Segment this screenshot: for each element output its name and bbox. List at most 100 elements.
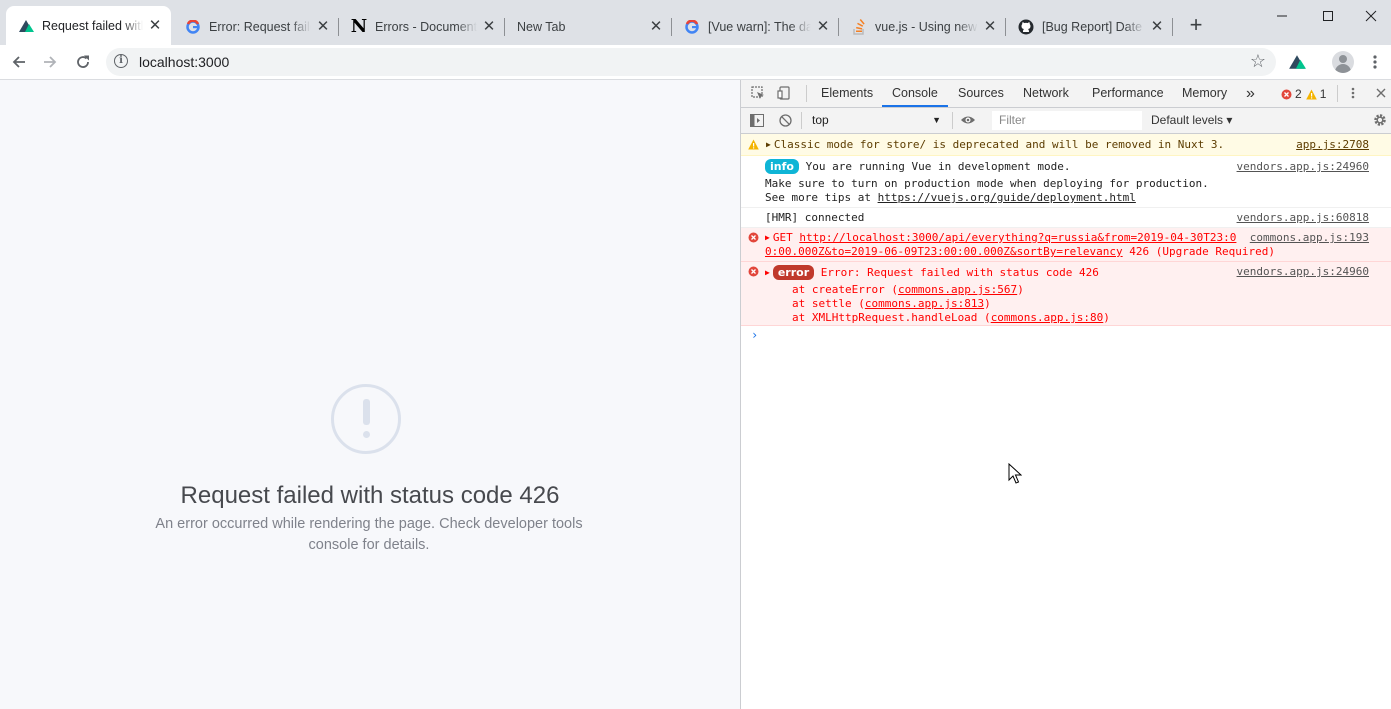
close-icon	[1365, 10, 1377, 22]
expand-triangle-icon[interactable]: ▶	[765, 233, 770, 242]
clear-console-icon[interactable]	[777, 112, 793, 128]
close-icon[interactable]: ✕	[481, 18, 497, 35]
error-exclamation-icon	[331, 384, 401, 454]
nuxt-icon	[18, 18, 34, 34]
console-info-message: info You are running Vue in development …	[741, 156, 1391, 208]
new-tab-button[interactable]: +	[1184, 14, 1208, 38]
github-icon	[1018, 19, 1034, 35]
profile-avatar-icon[interactable]	[1332, 51, 1354, 73]
menu-kebab-icon[interactable]	[1370, 54, 1380, 75]
tab-request-failed[interactable]: Request failed with status code 426 ✕	[6, 6, 171, 45]
reload-icon	[77, 55, 89, 68]
issue-counts[interactable]: 2 1	[1281, 87, 1326, 101]
request-url-link[interactable]: http://localhost:3000/api/everything?q=r…	[799, 231, 1236, 244]
info-line-1: You are running Vue in development mode.	[805, 160, 1071, 173]
context-selector[interactable]: top ▼	[807, 111, 945, 129]
error-count: 2	[1295, 87, 1302, 101]
stack-frame-link[interactable]: commons.app.js:567	[898, 283, 1017, 296]
tab-new-tab[interactable]: New Tab ✕	[505, 8, 672, 45]
browser-toolbar: i localhost:3000 ☆	[0, 45, 1391, 80]
info-line-3-prefix: See more tips at	[765, 191, 878, 204]
tab-network[interactable]: Network	[1023, 80, 1069, 107]
close-icon[interactable]: ✕	[815, 18, 831, 35]
tab-title: New Tab	[517, 19, 566, 34]
expand-triangle-icon[interactable]: ▶	[766, 140, 771, 149]
console-settings-gear-icon[interactable]	[1372, 112, 1388, 128]
tab-sources[interactable]: Sources	[958, 80, 1004, 107]
bookmark-star-icon[interactable]: ☆	[1250, 51, 1266, 72]
message-source-link[interactable]: vendors.app.js:24960	[1237, 160, 1369, 173]
close-icon[interactable]: ✕	[648, 18, 664, 35]
console-messages: ▶ Classic mode for store/ is deprecated a…	[741, 134, 1391, 348]
sidebar-toggle-icon[interactable]	[749, 112, 765, 128]
tab-errors-documentation[interactable]: N Errors - Documentation ✕	[339, 8, 505, 45]
stack-frame-link[interactable]: commons.app.js:80	[991, 311, 1104, 324]
eye-icon[interactable]	[960, 112, 976, 128]
tab-performance[interactable]: Performance	[1092, 80, 1164, 107]
stack-frame-link[interactable]: commons.app.js:813	[865, 297, 984, 310]
expand-triangle-icon[interactable]: ▶	[765, 268, 770, 277]
console-network-error-message[interactable]: ▶ GET http://localhost:3000/api/everythin…	[741, 228, 1391, 262]
google-icon	[684, 19, 700, 35]
stack-frame-text: at XMLHttpRequest.handleLoad (	[792, 311, 991, 324]
reload-button[interactable]	[71, 50, 95, 74]
request-status: 426 (Upgrade Required)	[1122, 245, 1275, 258]
deployment-guide-link[interactable]: https://vuejs.org/guide/deployment.html	[878, 191, 1136, 204]
message-source-link[interactable]: app.js:2708	[1296, 138, 1369, 151]
request-url-link-cont[interactable]: 0:00.000Z&to=2019-06-09T23:00:00.000Z&so…	[765, 245, 1123, 258]
stack-frame-text: at settle (	[792, 297, 865, 310]
close-icon[interactable]: ✕	[1149, 18, 1165, 35]
console-error-message[interactable]: ▶ error Error: Request failed with status…	[741, 262, 1391, 326]
log-levels-dropdown[interactable]: Default levels ▾	[1151, 111, 1232, 129]
devtools-menu-icon[interactable]	[1345, 85, 1361, 101]
console-filter-input[interactable]: Filter	[992, 111, 1142, 130]
context-value: top	[812, 113, 829, 127]
tab-bug-report[interactable]: [Bug Report] Date v ✕	[1006, 8, 1173, 45]
minimize-button[interactable]	[1259, 0, 1305, 32]
info-line-2: Make sure to turn on production mode whe…	[765, 177, 1209, 190]
info-icon[interactable]: i	[114, 54, 128, 68]
more-tabs-icon[interactable]: »	[1246, 80, 1255, 107]
warning-icon	[748, 139, 759, 150]
close-devtools-icon[interactable]	[1373, 85, 1389, 101]
info-badge: info	[765, 159, 799, 174]
close-window-button[interactable]	[1351, 0, 1391, 32]
address-bar[interactable]: i localhost:3000 ☆	[106, 48, 1276, 76]
tab-title: Errors - Documentation	[375, 19, 477, 34]
device-toolbar-icon[interactable]	[776, 85, 792, 101]
tab-console[interactable]: Console	[882, 80, 948, 107]
inspect-element-icon[interactable]	[750, 85, 766, 101]
message-source-link[interactable]: vendors.app.js:60818	[1237, 211, 1369, 224]
maximize-button[interactable]	[1305, 0, 1351, 32]
close-icon[interactable]: ✕	[315, 18, 331, 35]
forward-button[interactable]	[38, 50, 62, 74]
page-error-title: Request failed with status code 426	[180, 482, 560, 509]
tab-google-error[interactable]: Error: Request failed with status code 4…	[173, 8, 339, 45]
forward-arrow-icon	[44, 56, 57, 68]
close-icon[interactable]: ✕	[147, 17, 163, 34]
log-text: [HMR] connected	[765, 211, 865, 224]
message-source-link[interactable]: vendors.app.js:24960	[1237, 265, 1369, 278]
error-badge: error	[772, 265, 815, 280]
page-error-description: An error occurred while rendering the pa…	[155, 516, 583, 553]
tab-vue-warn[interactable]: [Vue warn]: The data property ✕	[672, 8, 839, 45]
nuxt-extension-icon[interactable]	[1288, 54, 1306, 75]
tab-elements[interactable]: Elements	[821, 80, 873, 107]
error-icon	[748, 266, 759, 277]
stack-frame-text: at createError (	[792, 283, 898, 296]
console-prompt[interactable]: ›	[741, 326, 1391, 348]
stack-frame-suffix: )	[984, 297, 991, 310]
close-icon[interactable]: ✕	[982, 18, 998, 35]
console-toolbar: top ▼ Filter Default levels ▾	[741, 108, 1391, 134]
error-icon	[748, 232, 759, 243]
tab-vue-new-date[interactable]: vue.js - Using new Date ✕	[839, 8, 1006, 45]
tab-title: Request failed with status code 426	[42, 18, 143, 33]
message-source-link[interactable]: commons.app.js:193	[1250, 231, 1369, 244]
tab-memory[interactable]: Memory	[1182, 80, 1227, 107]
warning-count-icon	[1305, 89, 1317, 99]
console-log-message: [HMR] connected vendors.app.js:60818	[741, 208, 1391, 228]
prompt-chevron-icon: ›	[751, 328, 759, 342]
console-warning-message[interactable]: ▶ Classic mode for store/ is deprecated a…	[741, 134, 1391, 156]
back-button[interactable]	[7, 50, 31, 74]
notion-icon: N	[350, 16, 368, 37]
